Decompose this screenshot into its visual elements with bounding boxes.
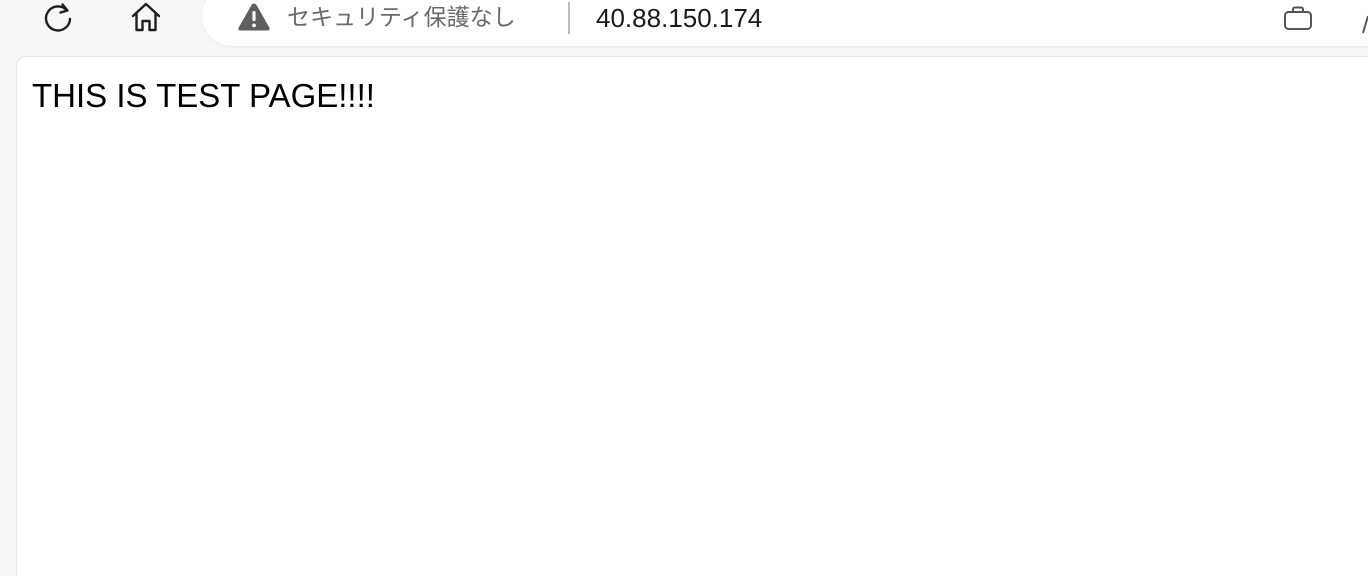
toolbar-overflow-icon[interactable] xyxy=(1362,8,1368,34)
home-icon xyxy=(131,2,161,32)
reload-button[interactable] xyxy=(36,0,80,36)
omnibox-divider xyxy=(568,2,570,34)
page-viewport: THIS IS TEST PAGE!!!! xyxy=(16,56,1368,576)
page-heading: THIS IS TEST PAGE!!!! xyxy=(32,77,375,114)
reload-icon xyxy=(44,3,72,32)
security-status-label[interactable]: セキュリティ保護なし xyxy=(287,3,516,33)
briefcase-icon xyxy=(1284,6,1312,30)
site-info-button[interactable] xyxy=(236,1,272,33)
browser-toolbar: セキュリティ保護なし 40.88.150.174 xyxy=(0,0,1368,52)
extension-button[interactable] xyxy=(1280,3,1316,33)
warning-triangle-icon xyxy=(238,3,270,31)
url-text[interactable]: 40.88.150.174 xyxy=(596,2,762,34)
home-button[interactable] xyxy=(124,0,168,36)
